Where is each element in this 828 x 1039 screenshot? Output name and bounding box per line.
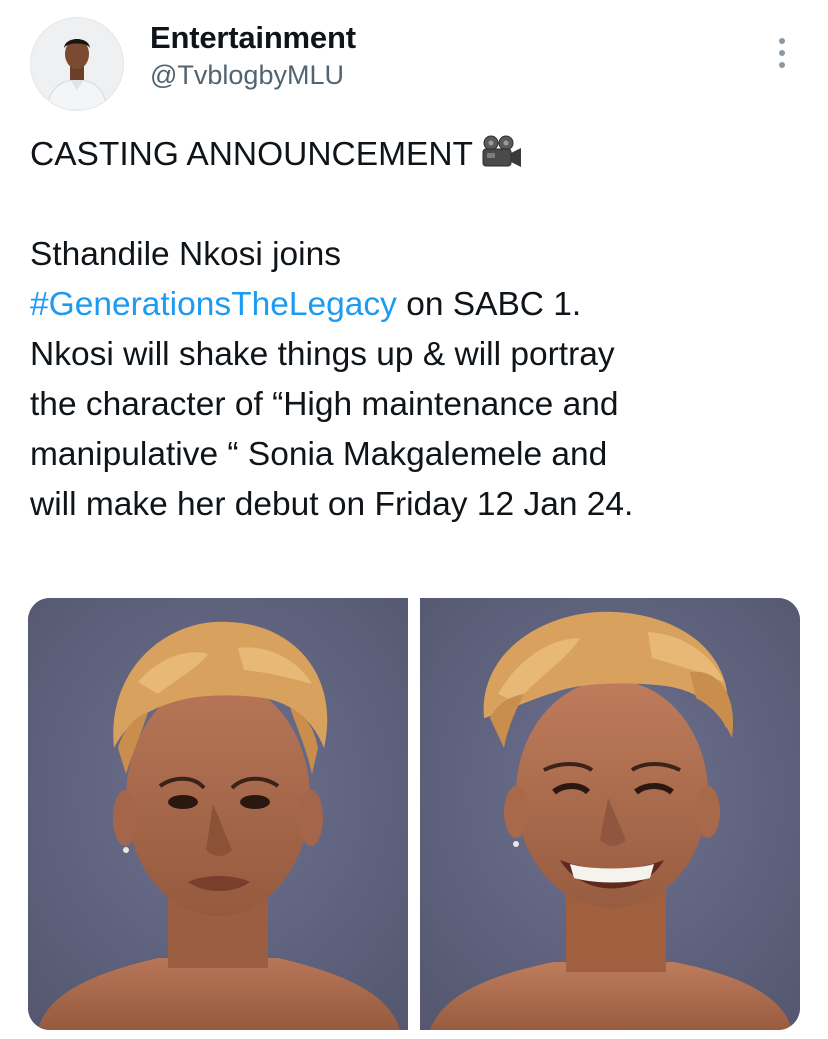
post-text-line-1: CASTING ANNOUNCEMENT bbox=[30, 130, 810, 180]
hashtag-link[interactable]: #GenerationsTheLegacy bbox=[30, 286, 397, 323]
post-text-line-3: #GenerationsTheLegacy on SABC 1. bbox=[30, 280, 810, 330]
photo-neutral[interactable] bbox=[28, 598, 408, 1030]
author-avatar[interactable] bbox=[30, 17, 124, 111]
post-text: CASTING ANNOUNCEMENT Sthandile Nkosi joi… bbox=[30, 130, 810, 530]
media-gallery bbox=[28, 598, 800, 1030]
author-info: Entertainment @TvblogbyMLU bbox=[150, 20, 356, 92]
author-handle[interactable]: @TvblogbyMLU bbox=[150, 58, 356, 92]
post-text-line-6: manipulative “ Sonia Makgalemele and bbox=[30, 436, 608, 473]
author-display-name[interactable]: Entertainment bbox=[150, 20, 356, 56]
more-vertical-icon[interactable] bbox=[768, 34, 796, 72]
post-text-line-3-rest: on SABC 1. bbox=[396, 286, 582, 323]
post-text-line-7: will make her debut on Friday 12 Jan 24. bbox=[30, 486, 634, 523]
announcement-heading: CASTING ANNOUNCEMENT bbox=[30, 136, 473, 173]
post-header: Entertainment @TvblogbyMLU bbox=[0, 0, 828, 120]
post-text-line-4: Nkosi will shake things up & will portra… bbox=[30, 336, 615, 373]
post-text-line-5: the character of “High maintenance and bbox=[30, 386, 619, 423]
post-text-line-2: Sthandile Nkosi joins bbox=[30, 236, 341, 273]
movie-camera-icon bbox=[479, 134, 523, 168]
user-avatar-icon bbox=[31, 18, 123, 110]
photo-smiling[interactable] bbox=[420, 598, 800, 1030]
